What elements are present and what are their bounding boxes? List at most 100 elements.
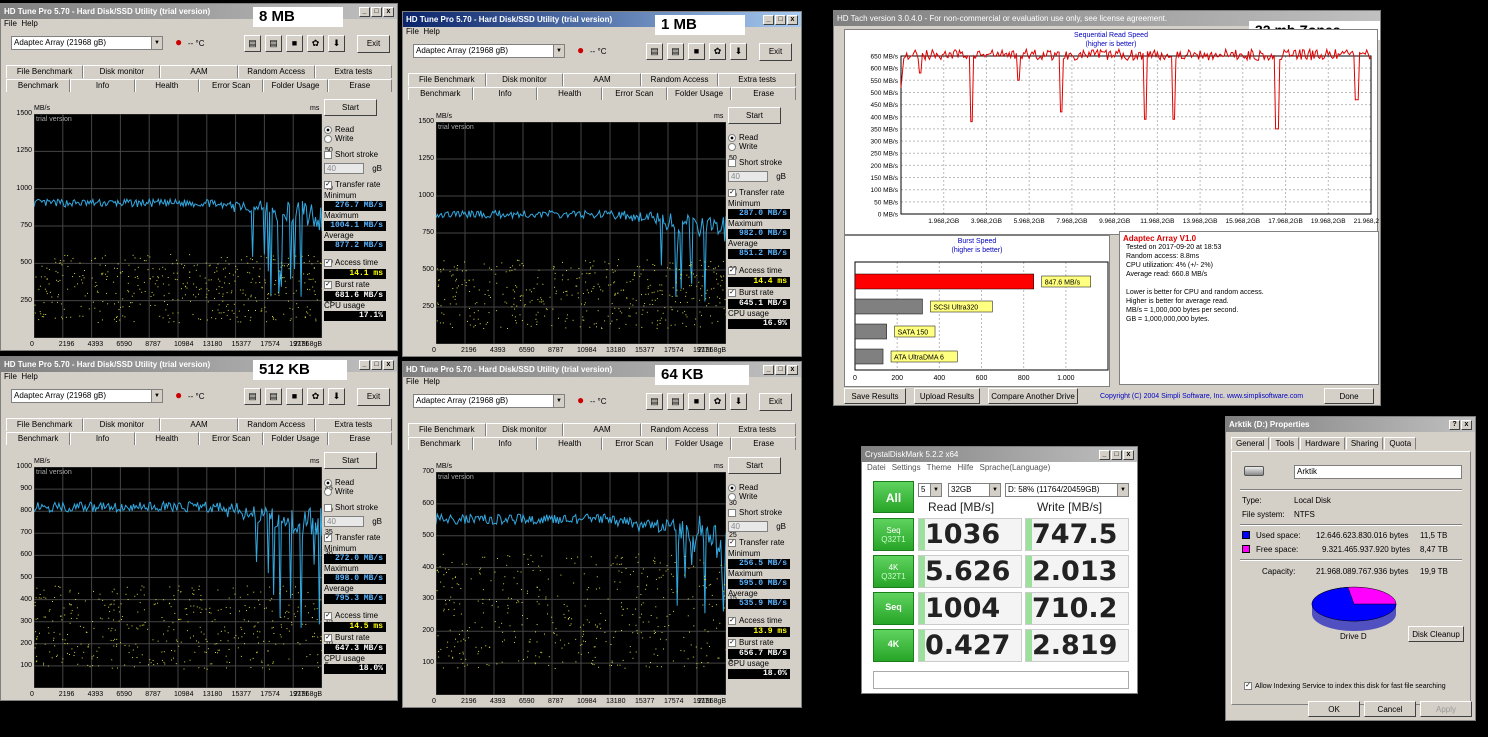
transfer-rate-checkbox[interactable]: ✓ Transfer rate — [728, 187, 798, 199]
tab-bottom[interactable]: Benchmark — [408, 86, 473, 100]
copy-text-icon[interactable]: ▤ — [244, 388, 261, 405]
tab-bottom[interactable]: Info — [70, 78, 135, 92]
tab-top[interactable]: Extra tests — [314, 417, 393, 431]
menu-help[interactable]: Help — [21, 19, 37, 28]
save-icon[interactable]: ⬇ — [730, 43, 747, 60]
cdm-drive-select[interactable]: D: 58% (11764/20459GB) ▼ — [1005, 483, 1129, 497]
tab-top[interactable]: File Benchmark — [6, 64, 84, 78]
minimize-icon[interactable]: _ — [1099, 449, 1110, 460]
tab-bottom[interactable]: Benchmark — [6, 78, 71, 92]
tab-bottom[interactable]: Health — [134, 78, 199, 92]
cdm-all-button[interactable]: All — [873, 481, 914, 513]
check-icon[interactable]: ✓ — [1244, 682, 1252, 690]
copy-text-icon[interactable]: ▤ — [244, 35, 261, 52]
options-icon[interactable]: ✿ — [709, 393, 726, 410]
cdm-count-select[interactable]: 5 ▼ — [918, 483, 942, 497]
write-radio[interactable]: Write — [324, 133, 394, 145]
maximize-icon[interactable]: □ — [775, 364, 786, 375]
tab-top[interactable]: File Benchmark — [408, 72, 486, 86]
tab-bottom[interactable]: Erase — [327, 431, 392, 445]
close-icon[interactable]: x — [383, 359, 394, 370]
close-icon[interactable]: x — [1123, 449, 1134, 460]
transfer-rate-checkbox[interactable]: ✓ Transfer rate — [728, 537, 798, 549]
tab-bottom[interactable]: Health — [537, 436, 603, 450]
burst-rate-checkbox[interactable]: ✓ Burst rate — [324, 632, 394, 644]
disk-cleanup-button[interactable]: Disk Cleanup — [1408, 626, 1464, 642]
tab-top[interactable]: Disk monitor — [485, 422, 564, 436]
maximize-icon[interactable]: □ — [775, 14, 786, 25]
stroke-input[interactable]: 40 — [324, 163, 364, 174]
drive-select[interactable]: Adaptec Array (21968 gB) ▼ — [11, 36, 163, 50]
write-radio[interactable]: Write — [728, 141, 798, 153]
maximize-icon[interactable]: □ — [371, 359, 382, 370]
tab-top[interactable]: Random Access — [640, 72, 719, 86]
stroke-input[interactable]: 40 — [728, 521, 768, 532]
exit-button[interactable]: Exit — [357, 388, 390, 406]
tab-bottom[interactable]: Erase — [731, 436, 797, 450]
props-tab[interactable]: General — [1231, 437, 1270, 450]
access-time-checkbox[interactable]: ✓ Access time — [324, 257, 394, 269]
menu-help[interactable]: Help — [423, 27, 439, 36]
maximize-icon[interactable]: □ — [371, 6, 382, 17]
tab-bottom[interactable]: Error Scan — [198, 78, 264, 92]
cdm-menu-item[interactable]: Theme — [927, 463, 952, 472]
transfer-rate-checkbox[interactable]: ✓ Transfer rate — [324, 532, 394, 544]
menu-help[interactable]: Help — [21, 372, 37, 381]
stroke-input[interactable]: 40 — [728, 171, 768, 182]
close-icon[interactable]: x — [1461, 419, 1472, 430]
copy-image-icon[interactable]: ▤ — [667, 393, 684, 410]
cdm-menu-item[interactable]: Hilfe — [958, 463, 974, 472]
start-button[interactable]: Start — [324, 452, 377, 469]
start-button[interactable]: Start — [728, 107, 781, 124]
access-time-checkbox[interactable]: ✓ Access time — [324, 610, 394, 622]
apply-button[interactable]: Apply — [1420, 701, 1472, 717]
cdm-menu-item[interactable]: Settings — [892, 463, 921, 472]
minimize-icon[interactable]: _ — [359, 359, 370, 370]
tab-top[interactable]: Disk monitor — [83, 64, 161, 78]
menu-file[interactable]: File — [4, 372, 17, 381]
tab-bottom[interactable]: Folder Usage — [263, 431, 328, 445]
tab-bottom[interactable]: Erase — [327, 78, 392, 92]
copy-image-icon[interactable]: ▤ — [265, 388, 282, 405]
close-icon[interactable]: x — [787, 14, 798, 25]
maximize-icon[interactable]: □ — [1111, 449, 1122, 460]
burst-rate-checkbox[interactable]: ✓ Burst rate — [324, 279, 394, 291]
transfer-rate-checkbox[interactable]: ✓ Transfer rate — [324, 179, 394, 191]
ok-button[interactable]: OK — [1308, 701, 1360, 717]
close-icon[interactable]: x — [383, 6, 394, 17]
props-tab[interactable]: Tools — [1270, 437, 1300, 450]
index-checkbox-row[interactable]: ✓ Allow Indexing Service to index this di… — [1244, 682, 1446, 690]
minimize-icon[interactable]: _ — [359, 6, 370, 17]
done-button[interactable]: Done — [1324, 388, 1374, 404]
menu-file[interactable]: File — [406, 27, 419, 36]
tab-top[interactable]: File Benchmark — [6, 417, 84, 431]
cdm-comment-field[interactable] — [873, 671, 1129, 689]
tab-bottom[interactable]: Health — [134, 431, 199, 445]
access-time-checkbox[interactable]: ✓ Access time — [728, 265, 798, 277]
write-radio[interactable]: Write — [728, 491, 798, 503]
props-tab[interactable]: Hardware — [1300, 437, 1345, 450]
save-icon[interactable]: ⬇ — [730, 393, 747, 410]
tab-top[interactable]: AAM — [563, 72, 641, 86]
start-button[interactable]: Start — [324, 99, 377, 116]
upload-results-button[interactable]: Upload Results — [914, 388, 980, 404]
tab-top[interactable]: AAM — [563, 422, 641, 436]
tab-bottom[interactable]: Error Scan — [602, 436, 667, 450]
cdm-test-button[interactable]: 4K — [873, 629, 914, 662]
cancel-button[interactable]: Cancel — [1364, 701, 1416, 717]
tab-top[interactable]: Random Access — [640, 422, 719, 436]
copy-image-icon[interactable]: ▤ — [667, 43, 684, 60]
tab-bottom[interactable]: Erase — [731, 86, 797, 100]
camera-icon[interactable]: ■ — [688, 43, 705, 60]
tab-top[interactable]: AAM — [160, 64, 238, 78]
tab-top[interactable]: Extra tests — [718, 72, 796, 86]
menu-file[interactable]: File — [4, 19, 17, 28]
drive-select[interactable]: Adaptec Array (21968 gB) ▼ — [413, 394, 565, 408]
tab-top[interactable]: Disk monitor — [83, 417, 161, 431]
drive-name-input[interactable]: Arktik — [1294, 465, 1462, 479]
tab-bottom[interactable]: Folder Usage — [666, 436, 732, 450]
compare-drive-button[interactable]: Compare Another Drive — [988, 388, 1078, 404]
short-stroke-checkbox[interactable]: Short stroke — [324, 502, 394, 514]
tab-bottom[interactable]: Benchmark — [408, 436, 473, 450]
camera-icon[interactable]: ■ — [286, 388, 303, 405]
